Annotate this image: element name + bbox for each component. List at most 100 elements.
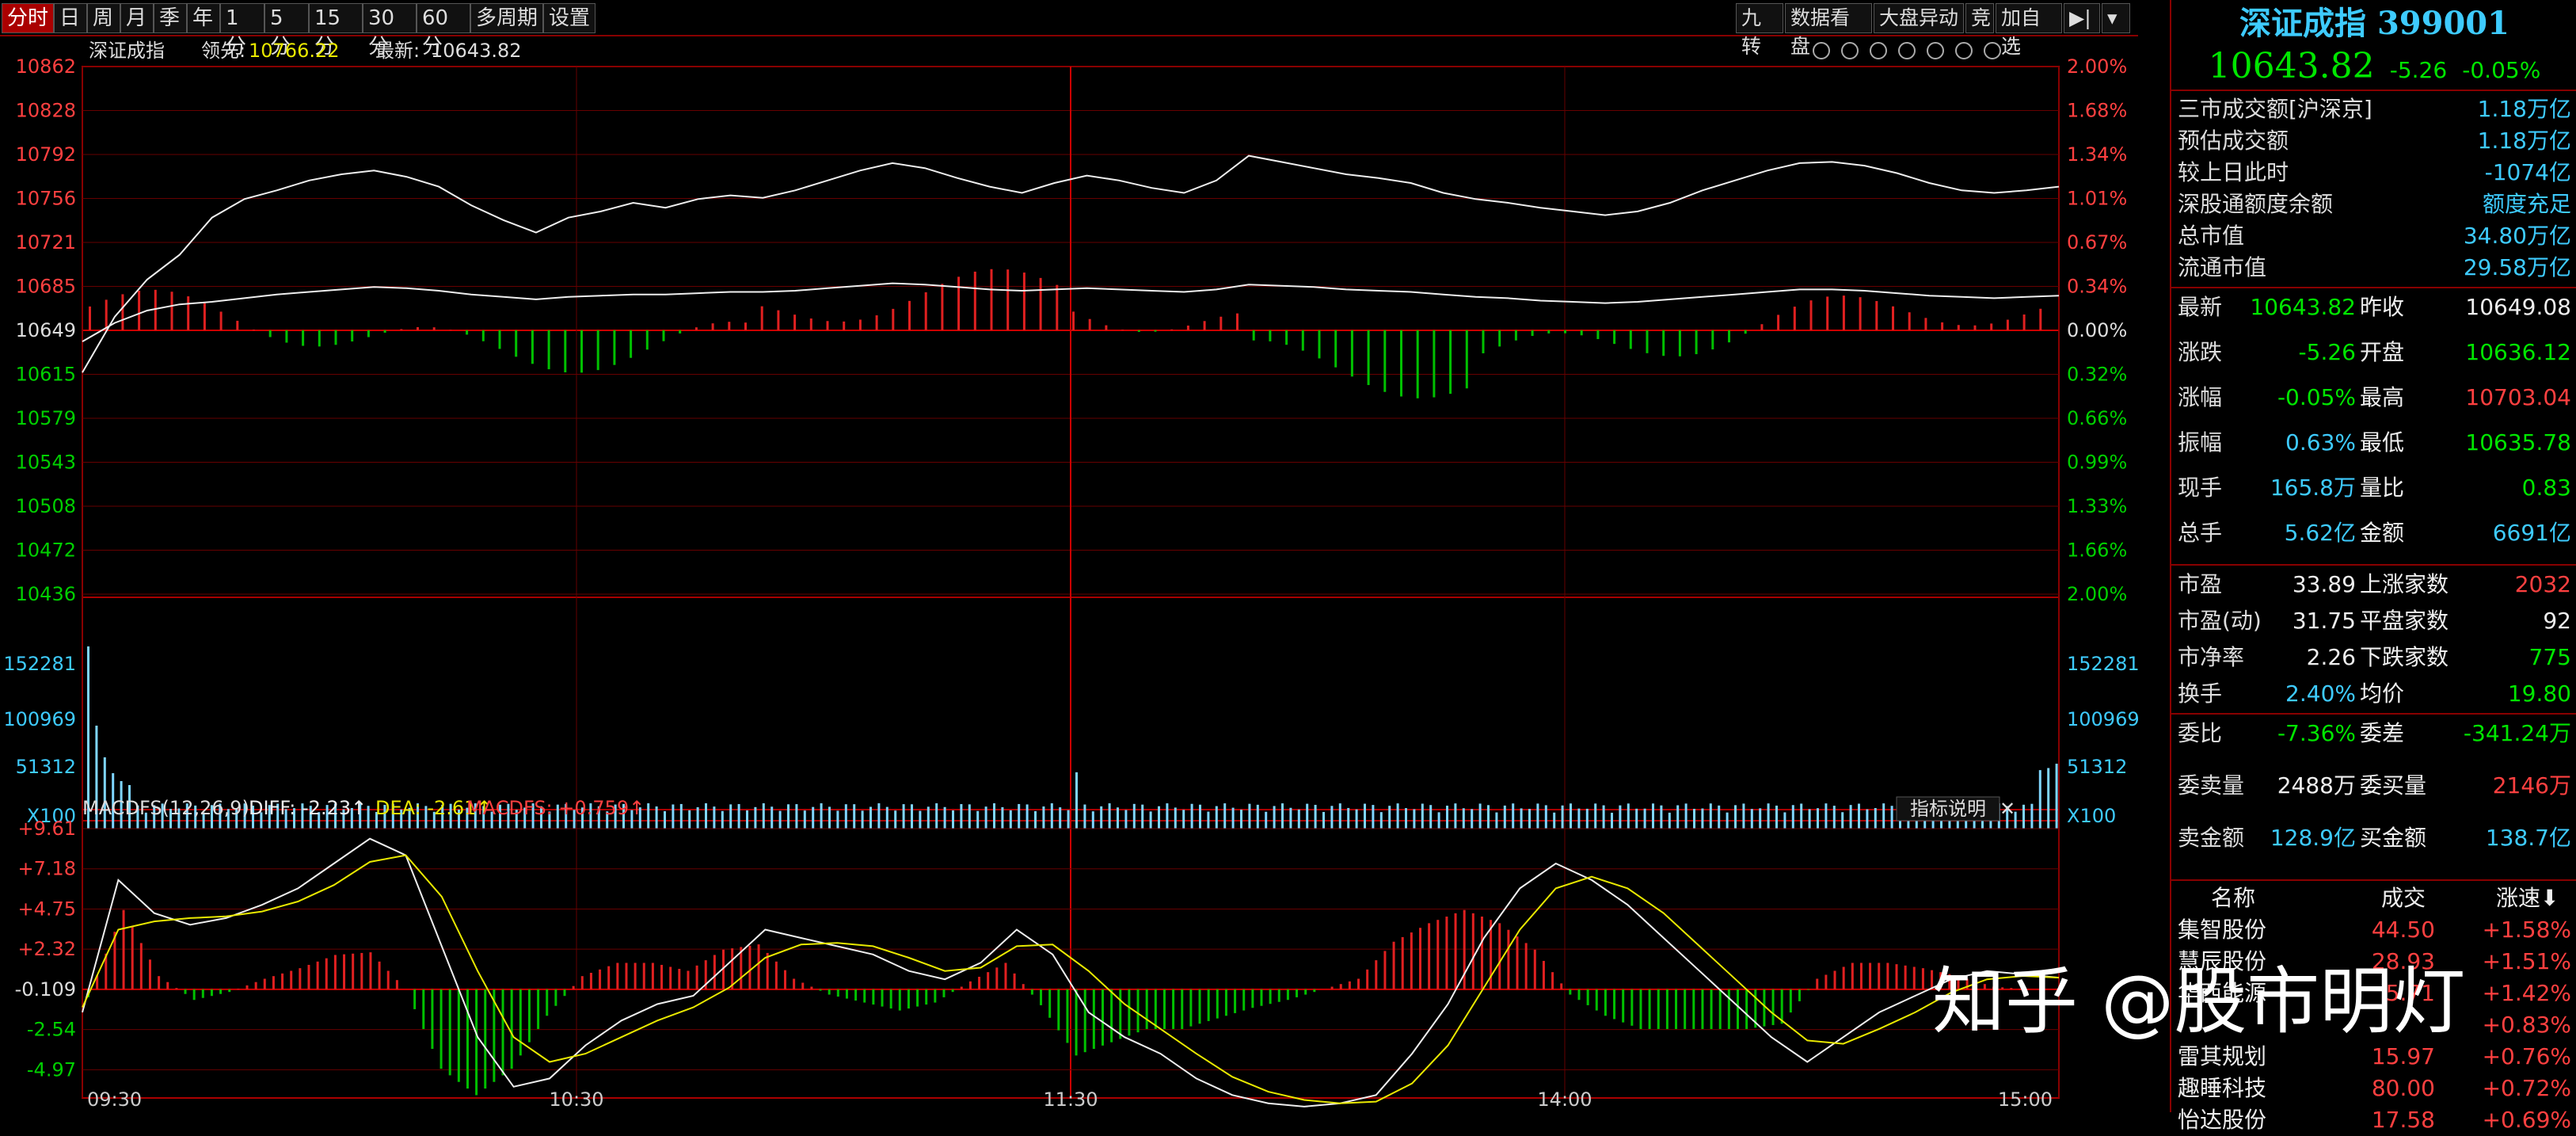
tab-7[interactable]: 5分	[264, 3, 309, 59]
macd-bar	[475, 989, 478, 1096]
tab-3[interactable]: 月	[120, 3, 154, 33]
row-value: 29.58万亿	[2463, 254, 2571, 280]
toolbar-button-2[interactable]: 大盘异动	[1874, 3, 1964, 33]
macd-bar	[1083, 989, 1086, 1053]
macd-bar	[1507, 929, 1510, 989]
volume-bar	[672, 804, 675, 829]
tab-12[interactable]: 设置	[543, 3, 595, 33]
row-label: 流通市值	[2178, 254, 2267, 280]
price-momentum-bar	[1318, 330, 1321, 359]
price-momentum-bar	[1924, 318, 1927, 330]
macd-bar	[1736, 989, 1739, 1029]
macd-bar	[307, 964, 310, 989]
price-momentum-bar	[908, 300, 911, 330]
macd-bar	[1684, 989, 1687, 1029]
macd-bar	[1542, 960, 1545, 989]
tab-4[interactable]: 季	[154, 3, 187, 33]
volume-bar	[1223, 803, 1227, 829]
macd-bar	[537, 989, 540, 1029]
row-label: 下跌家数	[2360, 644, 2449, 670]
macd-bar	[1859, 963, 1863, 989]
price-momentum-bar	[1973, 325, 1977, 330]
macd-bar	[1904, 965, 1907, 989]
quote-row: 现手 165.8万 量比 0.83	[2171, 472, 2576, 504]
row-label: 市盈(动)	[2178, 608, 2262, 634]
volume-bar	[1718, 805, 1721, 829]
volume-bar	[1034, 810, 1037, 829]
macd-bar	[439, 989, 443, 1069]
row-value: 138.7亿	[2485, 825, 2571, 851]
list-item[interactable]: 集智股份 44.50 +1.58%	[2171, 914, 2576, 946]
zoom-out-icon[interactable]	[1984, 42, 2001, 59]
volume-bar	[1182, 810, 1185, 829]
price-momentum-bar	[711, 323, 714, 330]
row-value: 128.9亿	[2270, 825, 2356, 851]
volume-bar	[1322, 811, 1325, 829]
macd-bar	[793, 978, 796, 989]
chart-index-name: 深证成指	[89, 40, 165, 62]
row-label: 换手	[2178, 680, 2223, 707]
row-label: 现手	[2178, 475, 2223, 501]
macd-bar	[316, 961, 319, 989]
macd-bar	[1189, 989, 1193, 1027]
price-momentum-bar	[1760, 324, 1764, 330]
macd-bar	[210, 989, 213, 997]
lock-icon[interactable]	[1841, 42, 1859, 59]
tab-6[interactable]: 1分	[220, 3, 264, 59]
zoom-in-icon[interactable]	[1955, 42, 1973, 59]
macd-bar	[554, 989, 557, 1006]
macd-bar	[801, 982, 805, 989]
price-momentum-bar	[1646, 330, 1649, 353]
tab-2[interactable]: 周	[87, 3, 120, 33]
macd-axis-label: -2.54	[27, 1019, 76, 1041]
volume-bar	[721, 810, 724, 829]
tab-10[interactable]: 60分	[417, 3, 470, 59]
macd-bar	[1798, 989, 1801, 1001]
indicator-help-label: 指标说明	[1910, 798, 1986, 820]
tab-1[interactable]: 日	[54, 3, 87, 33]
quote-row: 振幅 0.63% 最低 10635.78	[2171, 427, 2576, 459]
volume-bar	[1083, 804, 1086, 829]
eye-icon[interactable]	[1870, 42, 1887, 59]
row-label: 委卖量	[2178, 772, 2245, 799]
volume-bar	[803, 810, 806, 829]
price-momentum-bar	[1400, 330, 1402, 397]
tab-8[interactable]: 15分	[309, 3, 363, 59]
row-label: 金额	[2360, 520, 2405, 546]
list-item[interactable]: 怡达股份 17.58 +0.69%	[2171, 1104, 2576, 1136]
toolbar-button-0[interactable]: 九转	[1736, 3, 1783, 58]
index-code: 399001	[2376, 5, 2509, 42]
row-value: 10636.12	[2465, 339, 2571, 365]
macd-close-icon[interactable]: ✕	[2000, 798, 2015, 820]
volume-bar	[1413, 809, 1416, 829]
macd-bar	[1136, 989, 1140, 1033]
macd-bar	[1622, 989, 1625, 1023]
toolbar-button-4[interactable]: 加自选	[1996, 3, 2062, 58]
tab-11[interactable]: 多周期	[470, 3, 543, 33]
macd-bar	[1842, 966, 1845, 989]
basket-icon[interactable]	[1898, 42, 1916, 59]
pct-axis-label: 0.32%	[2067, 364, 2127, 386]
macd-bar	[1657, 989, 1660, 1029]
intraday-chart[interactable]: 10862 2.00% 10828 1.68% 10792 1.34% 10756 1.01%…	[0, 36, 2138, 1112]
volume-bar	[1396, 803, 1399, 829]
watermark: 知乎 @股市明灯	[1932, 959, 2466, 1044]
row-label: 委买量	[2360, 772, 2427, 799]
toolbar-button-3[interactable]: 竞	[1965, 3, 1994, 33]
toolbar-button-1[interactable]: 数据看盘	[1785, 3, 1872, 58]
tab-0[interactable]: 分时	[2, 3, 54, 33]
macd-bar	[634, 963, 637, 989]
macd-bar	[1154, 989, 1157, 1029]
volume-bar	[885, 806, 888, 829]
row-value: 775	[2528, 644, 2571, 670]
tab-5[interactable]: 年	[187, 3, 220, 33]
toolbar-button-6[interactable]: ▾	[2102, 3, 2130, 33]
list-item[interactable]: 趣睡科技 80.00 +0.72%	[2171, 1073, 2576, 1104]
hand-icon[interactable]	[1927, 42, 1944, 59]
volume-bar	[902, 804, 905, 829]
toolbar-button-5[interactable]: ▶|	[2064, 3, 2100, 33]
tab-9[interactable]: 30分	[363, 3, 417, 59]
settings-icon[interactable]	[1813, 42, 1830, 59]
volume-bar	[1767, 803, 1770, 829]
price-momentum-bar	[843, 321, 846, 330]
